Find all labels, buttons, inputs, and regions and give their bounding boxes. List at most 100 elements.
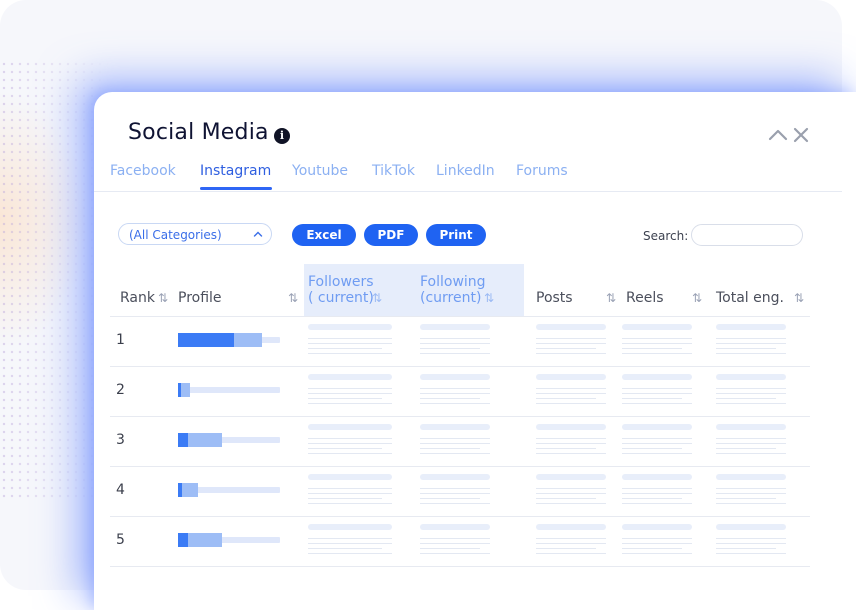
posts-placeholder-line	[536, 503, 606, 504]
followers-placeholder-line	[308, 343, 392, 344]
posts-placeholder-line	[536, 543, 606, 544]
total-placeholder	[716, 424, 786, 430]
chevron-up-icon[interactable]	[768, 126, 788, 144]
total-placeholder-line	[716, 398, 776, 399]
tab-forums[interactable]: Forums	[516, 161, 568, 191]
total-placeholder-line	[716, 448, 776, 449]
info-icon[interactable]: i	[274, 128, 290, 144]
row-divider	[110, 566, 810, 567]
header-divider	[110, 316, 810, 317]
posts-placeholder-line	[536, 448, 596, 449]
following-placeholder-line	[420, 398, 480, 399]
reels-placeholder-line	[622, 498, 682, 499]
rank-cell: 3	[116, 432, 125, 448]
posts-placeholder	[536, 324, 606, 330]
sort-icon[interactable]: ⇅	[288, 291, 298, 305]
reels-placeholder-line	[622, 438, 692, 439]
reels-placeholder-line	[622, 393, 692, 394]
following-placeholder-line	[420, 493, 490, 494]
print-button[interactable]: Print	[426, 224, 486, 246]
following-placeholder-line	[420, 503, 490, 504]
reels-placeholder-line	[622, 538, 692, 539]
total-placeholder-line	[716, 498, 776, 499]
excel-button[interactable]: Excel	[292, 224, 356, 246]
category-select-value: (All Categories)	[129, 228, 222, 242]
sort-icon[interactable]: ⇅	[158, 291, 168, 305]
posts-placeholder-line	[536, 493, 606, 494]
column-header-rank[interactable]: Rank	[120, 290, 155, 306]
reels-placeholder-line	[622, 348, 682, 349]
following-placeholder	[420, 324, 490, 330]
column-header-following-line1: Following	[420, 274, 486, 290]
close-icon[interactable]	[792, 126, 810, 144]
row-divider	[110, 516, 810, 517]
followers-placeholder-line	[308, 338, 392, 339]
following-placeholder-line	[420, 353, 490, 354]
sort-icon[interactable]: ⇅	[606, 291, 616, 305]
reels-placeholder-line	[622, 548, 682, 549]
posts-placeholder-line	[536, 443, 606, 444]
following-placeholder-line	[420, 348, 480, 349]
total-placeholder-line	[716, 538, 786, 539]
profile-bar-track	[178, 387, 280, 393]
column-header-posts[interactable]: Posts	[536, 290, 573, 306]
posts-placeholder-line	[536, 538, 606, 539]
column-header-followers[interactable]: Followers ( current)	[308, 274, 374, 306]
following-placeholder-line	[420, 338, 490, 339]
tab-linkedin[interactable]: LinkedIn	[436, 161, 495, 191]
total-placeholder-line	[716, 403, 786, 404]
search-input[interactable]	[691, 224, 803, 246]
followers-placeholder-line	[308, 498, 382, 499]
tab-tiktok[interactable]: TikTok	[372, 161, 415, 191]
followers-placeholder	[308, 524, 392, 530]
followers-placeholder-line	[308, 538, 392, 539]
total-placeholder-line	[716, 388, 786, 389]
profile-bar-primary	[178, 433, 188, 447]
following-placeholder-line	[420, 453, 490, 454]
followers-placeholder-line	[308, 553, 392, 554]
column-header-following[interactable]: Following (current)	[420, 274, 486, 306]
following-placeholder-line	[420, 498, 480, 499]
reels-placeholder-line	[622, 543, 692, 544]
sort-icon[interactable]: ⇅	[484, 291, 494, 305]
following-placeholder-line	[420, 543, 490, 544]
tab-youtube[interactable]: Youtube	[292, 161, 348, 191]
sort-icon[interactable]: ⇅	[372, 291, 382, 305]
reels-placeholder-line	[622, 343, 692, 344]
followers-placeholder-line	[308, 448, 382, 449]
rank-cell: 5	[116, 532, 125, 548]
followers-placeholder-line	[308, 393, 392, 394]
posts-placeholder-line	[536, 393, 606, 394]
reels-placeholder-line	[622, 488, 692, 489]
followers-placeholder-line	[308, 493, 392, 494]
column-header-reels[interactable]: Reels	[626, 290, 664, 306]
sort-icon[interactable]: ⇅	[794, 291, 804, 305]
column-header-total-engagement[interactable]: Total eng.	[716, 290, 784, 306]
followers-placeholder-line	[308, 438, 392, 439]
tab-facebook[interactable]: Facebook	[110, 161, 176, 191]
reels-placeholder-line	[622, 338, 692, 339]
category-select[interactable]: (All Categories)	[118, 223, 272, 245]
posts-placeholder-line	[536, 488, 606, 489]
total-placeholder	[716, 374, 786, 380]
panel-title: Social Media	[128, 120, 269, 145]
row-divider	[110, 366, 810, 367]
total-placeholder-line	[716, 348, 776, 349]
reels-placeholder-line	[622, 443, 692, 444]
posts-placeholder-line	[536, 343, 606, 344]
following-placeholder-line	[420, 343, 490, 344]
total-placeholder-line	[716, 453, 786, 454]
reels-placeholder-line	[622, 398, 682, 399]
followers-placeholder-line	[308, 548, 382, 549]
row-divider	[110, 416, 810, 417]
column-header-profile[interactable]: Profile	[178, 290, 222, 306]
profile-bar-primary	[178, 483, 182, 497]
reels-placeholder-line	[622, 353, 692, 354]
pdf-button[interactable]: PDF	[364, 224, 418, 246]
column-header-following-line2: (current)	[420, 290, 482, 306]
reels-placeholder-line	[622, 448, 682, 449]
reels-placeholder	[622, 324, 692, 330]
sort-icon[interactable]: ⇅	[692, 291, 702, 305]
reels-placeholder-line	[622, 553, 692, 554]
following-placeholder-line	[420, 443, 490, 444]
